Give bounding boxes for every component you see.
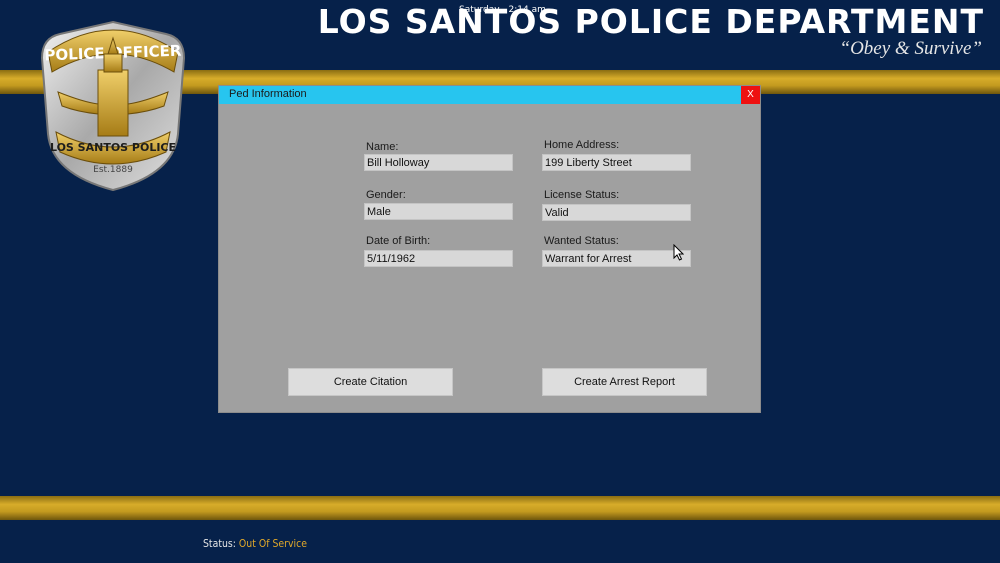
name-field[interactable]	[364, 154, 513, 171]
gender-label: Gender:	[366, 189, 406, 201]
name-label: Name:	[366, 141, 399, 153]
status-bar: Status: Out Of Service	[203, 537, 307, 550]
home-address-label: Home Address:	[544, 139, 620, 151]
gender-field[interactable]	[364, 203, 513, 220]
close-button[interactable]: X	[741, 86, 760, 104]
status-label: Status:	[203, 537, 236, 550]
create-citation-button[interactable]: Create Citation	[288, 368, 453, 396]
mouse-pointer-icon	[673, 244, 684, 261]
wanted-status-label: Wanted Status:	[544, 235, 619, 247]
motto: “Obey & Survive”	[839, 38, 982, 59]
license-status-label: License Status:	[544, 189, 620, 201]
page-title: LOS SANTOS POLICE DEPARTMENT	[317, 2, 984, 41]
create-arrest-report-button[interactable]: Create Arrest Report	[542, 368, 707, 396]
license-status-field[interactable]	[542, 204, 691, 221]
police-badge-logo: POLICE OFFICER LOS SANTOS POLICE Est.188…	[40, 20, 186, 192]
dob-field[interactable]	[364, 250, 513, 267]
badge-est-text: Est.1889	[93, 165, 133, 175]
dialog-titlebar[interactable]: Ped Information X	[219, 86, 760, 104]
dialog-title: Ped Information	[229, 88, 307, 100]
home-address-field[interactable]	[542, 154, 691, 171]
wanted-status-field[interactable]	[542, 250, 691, 267]
badge-bottom-text: LOS SANTOS POLICE	[50, 141, 176, 154]
status-value: Out Of Service	[238, 537, 308, 550]
dob-label: Date of Birth:	[366, 235, 431, 247]
gold-stripe-bottom	[0, 496, 1000, 520]
